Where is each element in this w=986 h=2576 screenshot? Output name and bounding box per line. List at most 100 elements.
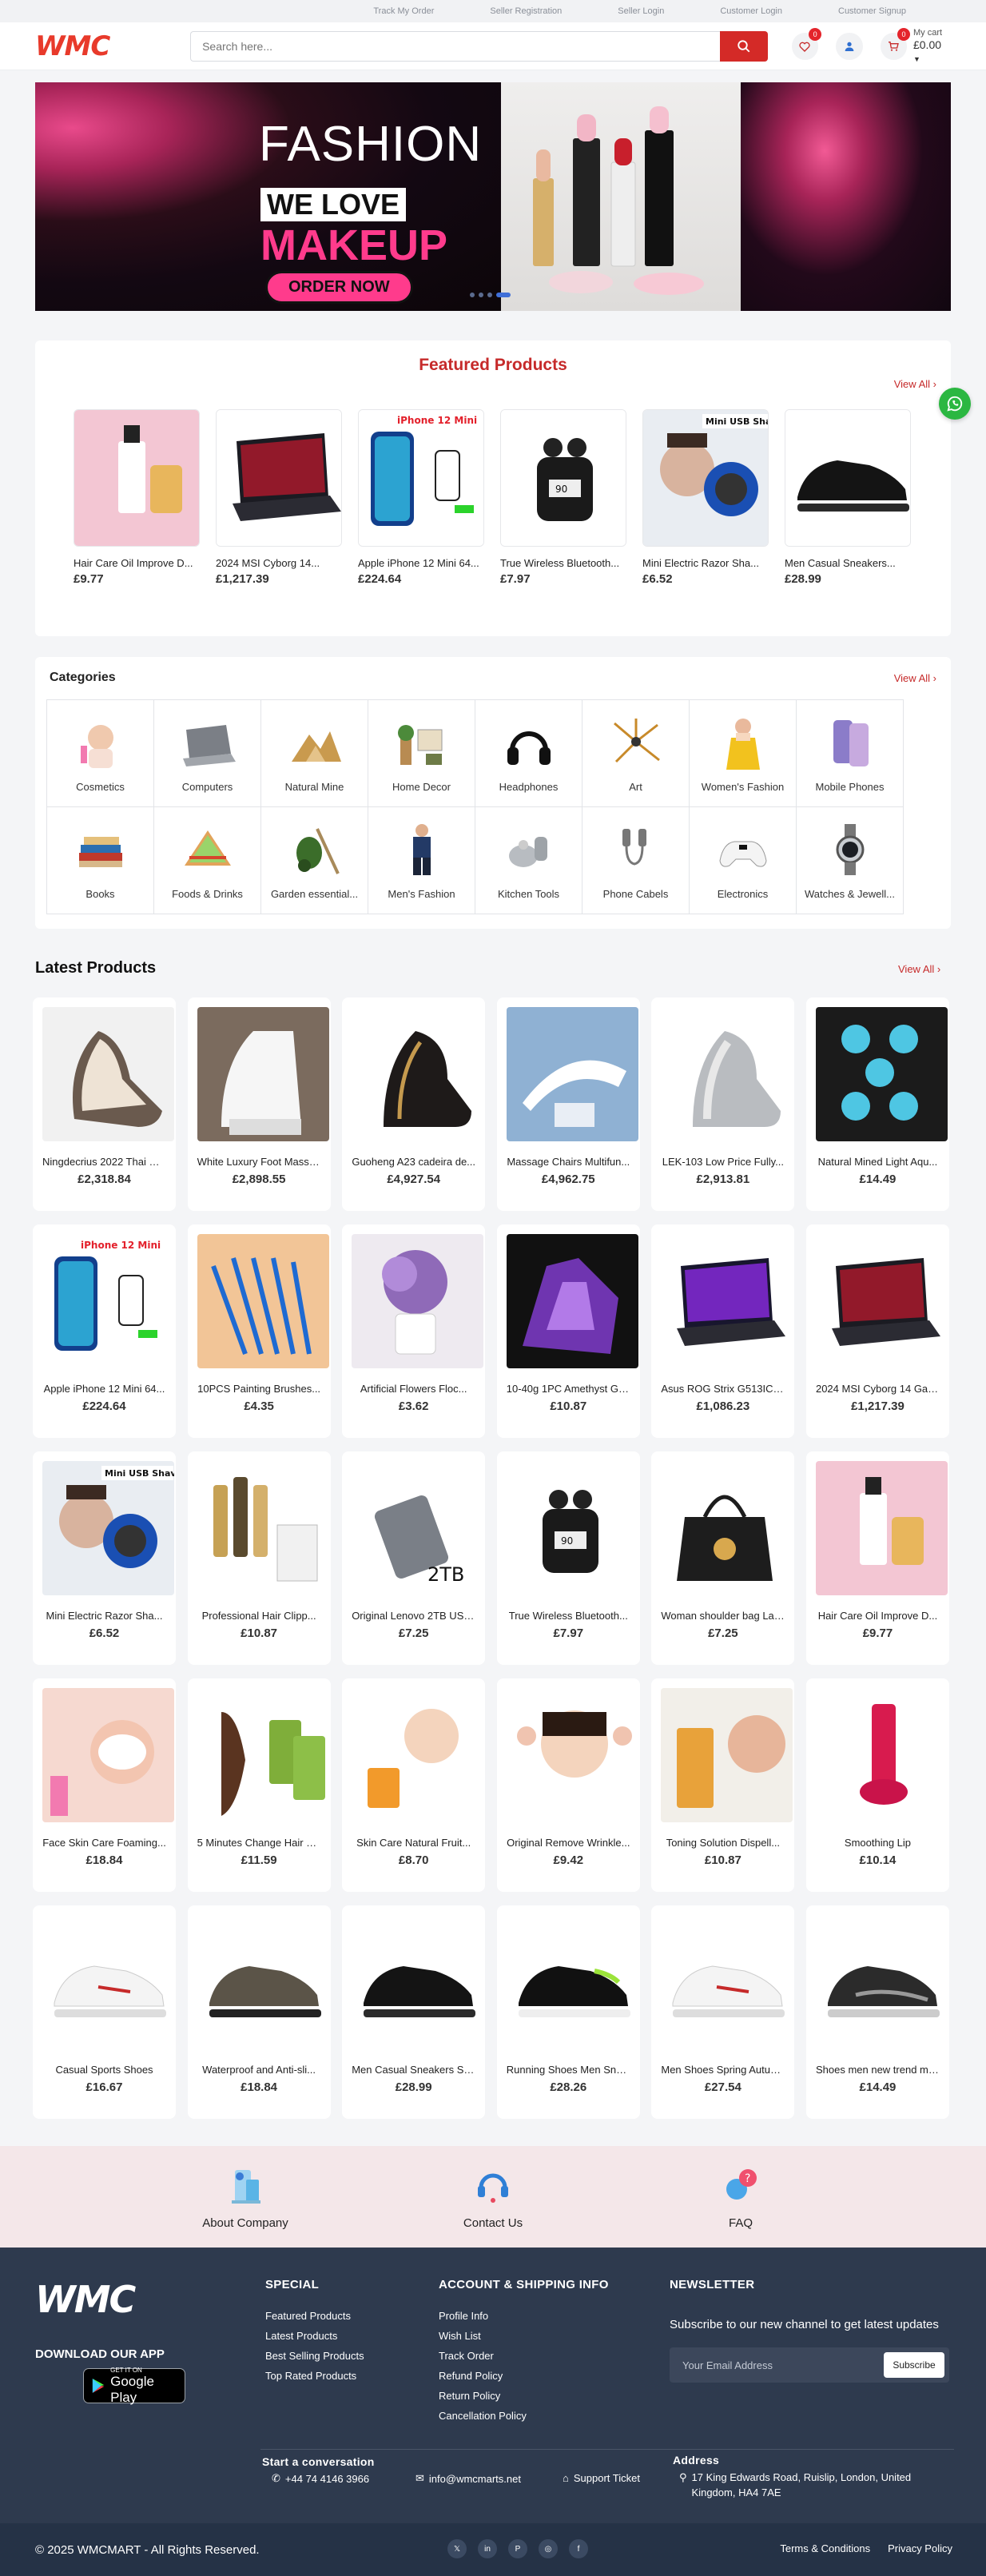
featured-product-card[interactable]: 2024 MSI Cyborg 14... £1,217.39: [216, 409, 342, 586]
latest-product-card[interactable]: Artificial Flowers Floc... £3.62: [342, 1224, 486, 1438]
footer-link[interactable]: Wish List: [439, 2326, 527, 2346]
latest-product-card[interactable]: Smoothing Lip £10.14: [805, 1678, 949, 1892]
latest-product-card[interactable]: Skin Care Natural Fruit... £8.70: [342, 1678, 486, 1892]
cart-button[interactable]: 0 My cart £0.00 ▼: [880, 27, 951, 64]
latest-product-card[interactable]: Men Casual Sneakers Sum... £28.99: [342, 1905, 486, 2119]
subscribe-button[interactable]: Subscribe: [884, 2352, 944, 2378]
category-tile[interactable]: Books: [47, 807, 154, 914]
google-play-button[interactable]: GET IT ON Google Play: [83, 2367, 185, 2405]
latest-product-card[interactable]: Original Remove Wrinkle... £9.42: [496, 1678, 640, 1892]
search-input[interactable]: [190, 30, 720, 62]
support-ticket-link[interactable]: ⌂ Support Ticket: [563, 2472, 640, 2484]
svg-text:2TB: 2TB: [427, 1563, 464, 1586]
footer-link[interactable]: Cancellation Policy: [439, 2406, 527, 2426]
carousel-dots[interactable]: [470, 293, 511, 297]
banner-order-button[interactable]: ORDER NOW: [265, 271, 413, 304]
faq-link[interactable]: ? FAQ: [689, 2164, 793, 2248]
category-label: Home Decor: [392, 781, 451, 793]
site-logo[interactable]: WMC: [35, 30, 153, 62]
footer-link[interactable]: Profile Info: [439, 2306, 527, 2326]
latest-product-card[interactable]: Massage Chairs Multifun... £4,962.75: [496, 997, 640, 1211]
latest-product-card[interactable]: Professional Hair Clipp... £10.87: [187, 1451, 331, 1665]
product-price: £1,217.39: [216, 572, 269, 586]
latest-product-card[interactable]: Toning Solution Dispell... £10.87: [651, 1678, 795, 1892]
whatsapp-button[interactable]: [939, 388, 971, 420]
latest-product-card[interactable]: Face Skin Care Foaming... £18.84: [33, 1678, 176, 1892]
latest-product-card[interactable]: 2TB Original Lenovo 2TB USB... £7.25: [342, 1451, 486, 1665]
featured-view-all[interactable]: View All ›: [894, 378, 936, 390]
category-tile[interactable]: Foods & Drinks: [154, 807, 261, 914]
category-tile[interactable]: Cosmetics: [47, 700, 154, 807]
latest-product-card[interactable]: Ningdecrius 2022 Thai M... £2,318.84: [33, 997, 176, 1211]
category-tile[interactable]: Home Decor: [368, 700, 475, 807]
footer-link[interactable]: Top Rated Products: [265, 2366, 364, 2386]
category-tile[interactable]: Phone Cabels: [582, 807, 690, 914]
linkedin-icon[interactable]: in: [478, 2539, 497, 2558]
category-tile[interactable]: Natural Mine: [261, 700, 368, 807]
latest-product-card[interactable]: 5 Minutes Change Hair C... £11.59: [187, 1678, 331, 1892]
latest-product-card[interactable]: Casual Sports Shoes £16.67: [33, 1905, 176, 2119]
facebook-icon[interactable]: f: [569, 2539, 588, 2558]
featured-product-card[interactable]: iPhone 12 Mini Apple iPhone 12 Mini 64..…: [358, 409, 484, 586]
latest-product-card[interactable]: Men Shoes Spring Autumn... £27.54: [651, 1905, 795, 2119]
latest-product-card[interactable]: 90 True Wireless Bluetooth... £7.97: [496, 1451, 640, 1665]
featured-product-card[interactable]: Mini USB Shaver Mini Electric Razor Sha.…: [642, 409, 769, 586]
customer-login-link[interactable]: Customer Login: [720, 6, 782, 16]
footer-link[interactable]: Featured Products: [265, 2306, 364, 2326]
newsletter-email-input[interactable]: [670, 2347, 877, 2383]
category-tile[interactable]: Women's Fashion: [690, 700, 797, 807]
email-link[interactable]: ✉ info@wmcmarts.net: [415, 2472, 521, 2485]
latest-product-card[interactable]: Running Shoes Men Sneak... £28.26: [496, 1905, 640, 2119]
category-tile[interactable]: Watches & Jewell...: [797, 807, 904, 914]
category-tile[interactable]: Mobile Phones: [797, 700, 904, 807]
latest-product-card[interactable]: Shoes men new trend men... £14.49: [805, 1905, 949, 2119]
pinterest-icon[interactable]: P: [508, 2539, 527, 2558]
featured-product-card[interactable]: Men Casual Sneakers... £28.99: [785, 409, 911, 586]
latest-product-card[interactable]: iPhone 12 Mini Apple iPhone 12 Mini 64..…: [33, 1224, 176, 1438]
instagram-icon[interactable]: ◎: [539, 2539, 558, 2558]
category-tile[interactable]: Art: [582, 700, 690, 807]
footer-logo[interactable]: WMC: [35, 2278, 136, 2321]
latest-product-card[interactable]: LEK-103 Low Price Fully... £2,913.81: [651, 997, 795, 1211]
contact-us-link[interactable]: Contact Us: [441, 2164, 545, 2248]
footer-link[interactable]: Return Policy: [439, 2386, 527, 2406]
latest-view-all[interactable]: View All ›: [898, 963, 940, 975]
latest-product-card[interactable]: 10-40g 1PC Amethyst Geo... £10.87: [496, 1224, 640, 1438]
x-twitter-icon[interactable]: 𝕏: [447, 2539, 467, 2558]
categories-view-all[interactable]: View All ›: [894, 672, 936, 684]
footer-link[interactable]: Refund Policy: [439, 2366, 527, 2386]
category-tile[interactable]: Electronics: [690, 807, 797, 914]
category-tile[interactable]: Men's Fashion: [368, 807, 475, 914]
account-button[interactable]: [836, 32, 863, 60]
category-tile[interactable]: Headphones: [475, 700, 582, 807]
latest-product-card[interactable]: Natural Mined Light Aqu... £14.49: [805, 997, 949, 1211]
category-tile[interactable]: Computers: [154, 700, 261, 807]
latest-product-card[interactable]: Guoheng A23 cadeira de... £4,927.54: [342, 997, 486, 1211]
search-button[interactable]: [719, 30, 768, 62]
hero-banner[interactable]: FASHION WE LOVE MAKEUP ORDER NOW: [35, 82, 951, 311]
privacy-link[interactable]: Privacy Policy: [888, 2542, 952, 2554]
latest-product-card[interactable]: Hair Care Oil Improve D... £9.77: [805, 1451, 949, 1665]
phone-link[interactable]: ✆ +44 74 4146 3966: [272, 2472, 369, 2485]
category-tile[interactable]: Kitchen Tools: [475, 807, 582, 914]
about-company-link[interactable]: About Company: [193, 2164, 297, 2248]
featured-product-card[interactable]: 90 True Wireless Bluetooth... £7.97: [500, 409, 626, 586]
latest-product-card[interactable]: Waterproof and Anti-sli... £18.84: [187, 1905, 331, 2119]
featured-product-card[interactable]: Hair Care Oil Improve D... £9.77: [74, 409, 200, 586]
latest-product-card[interactable]: 2024 MSI Cyborg 14 Gami... £1,217.39: [805, 1224, 949, 1438]
latest-product-card[interactable]: Mini USB Shaver Mini Electric Razor Sha.…: [33, 1451, 176, 1665]
seller-login-link[interactable]: Seller Login: [618, 6, 664, 16]
wishlist-button[interactable]: 0: [791, 27, 822, 60]
track-order-link[interactable]: Track My Order: [373, 6, 434, 16]
terms-link[interactable]: Terms & Conditions: [780, 2542, 870, 2554]
footer-link[interactable]: Latest Products: [265, 2326, 364, 2346]
seller-registration-link[interactable]: Seller Registration: [490, 6, 562, 16]
category-tile[interactable]: Garden essential...: [261, 807, 368, 914]
latest-product-card[interactable]: Asus ROG Strix G513IC-H... £1,086.23: [651, 1224, 795, 1438]
customer-signup-link[interactable]: Customer Signup: [838, 6, 906, 16]
latest-product-card[interactable]: Woman shoulder bag Larg... £7.25: [651, 1451, 795, 1665]
latest-product-card[interactable]: 10PCS Painting Brushes... £4.35: [187, 1224, 331, 1438]
latest-product-card[interactable]: White Luxury Foot Massa... £2,898.55: [187, 997, 331, 1211]
footer-link[interactable]: Best Selling Products: [265, 2346, 364, 2366]
footer-link[interactable]: Track Order: [439, 2346, 527, 2366]
